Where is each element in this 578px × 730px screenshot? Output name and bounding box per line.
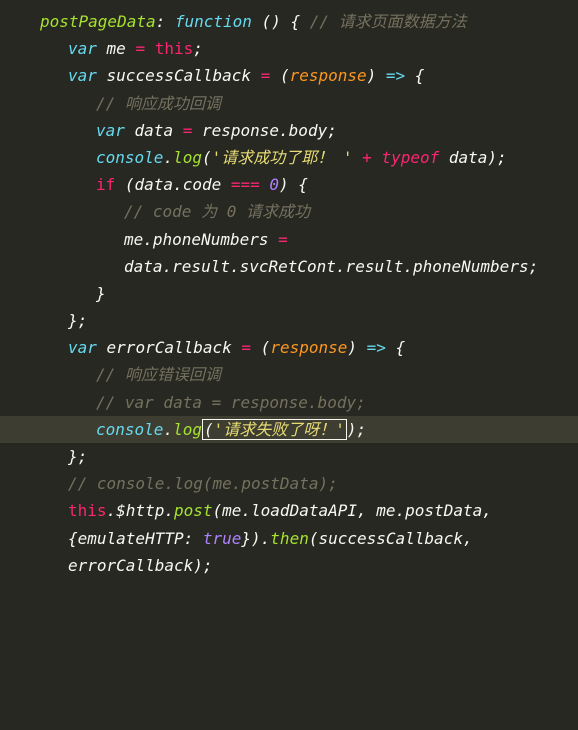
function-name: postPageData [40,12,156,31]
code-line: if (data.code === 0) { [40,171,578,198]
code-line: console.log('请求失败了呀！'); [40,416,578,443]
code-line: var successCallback = (response) => { [40,62,578,89]
code-line: }; [40,443,578,470]
code-line: // code 为 0 请求成功 [40,198,578,225]
code-line: }; [40,307,578,334]
code-line: // var data = response.body; [40,389,578,416]
code-line: me.phoneNumbers = data.result.svcRetCont… [40,226,578,280]
code-line: var me = this; [40,35,578,62]
code-line: } [40,280,578,307]
code-line: // 响应错误回调 [40,361,578,388]
cursor-selection: ('请求失败了呀！' [202,419,347,440]
code-line: console.log('请求成功了耶！ ' + typeof data); [40,144,578,171]
code-line: postPageData: function () { // 请求页面数据方法 [40,8,578,35]
code-line: this.$http.post(me.loadDataAPI, me.postD… [40,497,578,579]
highlighted-line: console.log('请求失败了呀！'); [0,416,578,443]
code-line: var errorCallback = (response) => { [40,334,578,361]
code-line: // 响应成功回调 [40,90,578,117]
code-line: var data = response.body; [40,117,578,144]
code-line: // console.log(me.postData); [40,470,578,497]
